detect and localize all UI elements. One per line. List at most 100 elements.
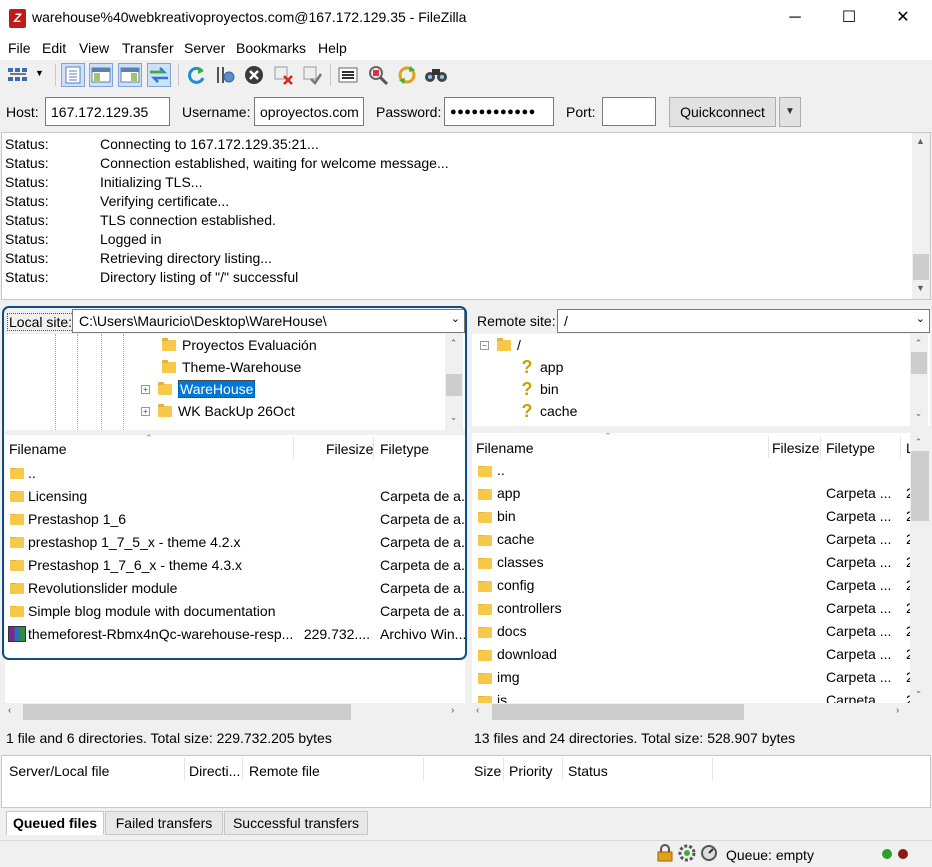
remote-tree[interactable]: − /? app? bin? cache ⌃ ⌄ <box>472 334 930 426</box>
transfer-led-red-icon <box>898 849 908 859</box>
close-button[interactable]: ✕ <box>880 0 926 36</box>
menu-help[interactable]: Help <box>318 40 347 56</box>
toggle-local-tree-icon[interactable] <box>89 63 113 87</box>
scroll-down-icon[interactable]: ⌄ <box>910 685 927 696</box>
remote-file-row[interactable]: jsCarpeta ...2 <box>472 689 914 703</box>
transfer-queue[interactable]: Server/Local file Directi... Remote file… <box>1 755 931 808</box>
collapse-icon[interactable]: − <box>480 340 489 350</box>
scroll-left-icon[interactable]: ‹ <box>8 705 11 716</box>
scroll-right-icon[interactable]: › <box>896 705 899 716</box>
remote-file-list[interactable]: ⌃ Filename Filesize Filetype L ..appCarp… <box>472 433 930 703</box>
highlight-frame <box>2 306 467 660</box>
file-name: cache <box>497 531 535 547</box>
remote-path-text: / <box>564 313 568 329</box>
menu-edit[interactable]: Edit <box>42 40 66 56</box>
filter-icon[interactable] <box>336 63 360 87</box>
scroll-up-icon[interactable]: ▲ <box>912 136 929 146</box>
scroll-up-icon[interactable]: ⌃ <box>910 437 927 448</box>
toggle-remote-tree-icon[interactable] <box>118 63 142 87</box>
username-input[interactable]: oproyectos.com <box>254 97 364 126</box>
remote-tree-item[interactable]: − / <box>480 334 521 356</box>
scroll-up-icon[interactable]: ⌃ <box>910 338 927 349</box>
menu-view[interactable]: View <box>79 40 109 56</box>
remote-file-row[interactable]: configCarpeta ...2 <box>472 574 914 597</box>
remote-col-filename[interactable]: Filename <box>476 440 534 456</box>
menu-file[interactable]: File <box>8 40 31 56</box>
remote-file-row[interactable]: controllersCarpeta ...2 <box>472 597 914 620</box>
local-hscrollbar[interactable]: ‹ › <box>5 703 465 721</box>
reconnect-icon[interactable] <box>300 63 324 87</box>
remote-list-scrollbar[interactable]: ⌃ ⌄ <box>910 433 930 703</box>
scroll-thumb[interactable] <box>911 451 929 521</box>
sync-browse-icon[interactable] <box>395 63 419 87</box>
minimize-button[interactable]: ─ <box>772 0 818 36</box>
remote-file-row[interactable]: downloadCarpeta ...2 <box>472 643 914 666</box>
disconnect-icon[interactable] <box>271 63 295 87</box>
site-manager-icon[interactable] <box>6 63 30 87</box>
toggle-log-icon[interactable] <box>61 63 85 87</box>
log-label: Status: <box>5 136 49 152</box>
remote-tree-item[interactable]: ? app <box>520 356 564 378</box>
log-scrollbar[interactable]: ▲ ▼ <box>912 133 930 299</box>
process-queue-icon[interactable] <box>213 63 237 87</box>
remote-file-row[interactable]: cacheCarpeta ...2 <box>472 528 914 551</box>
file-name: controllers <box>497 600 562 616</box>
quickconnect-dropdown-icon[interactable]: ▼ <box>779 97 801 127</box>
chevron-down-icon[interactable]: ⌄ <box>916 312 925 325</box>
menu-bookmarks[interactable]: Bookmarks <box>236 40 306 56</box>
file-type: Carpeta ... <box>826 623 892 639</box>
queue-col-remote-file[interactable]: Remote file <box>249 763 320 779</box>
toggle-queue-icon[interactable] <box>147 63 171 87</box>
log-scroll-thumb[interactable] <box>913 254 929 280</box>
remote-file-row[interactable]: appCarpeta ...2 <box>472 482 914 505</box>
local-status: 1 file and 6 directories. Total size: 22… <box>6 730 332 746</box>
scroll-down-icon[interactable]: ⌄ <box>910 408 927 419</box>
queue-col-server-local-file[interactable]: Server/Local file <box>9 763 109 779</box>
remote-col-filetype[interactable]: Filetype <box>826 440 875 456</box>
compare-icon[interactable] <box>366 63 390 87</box>
remote-tree-scrollbar[interactable]: ⌃ ⌄ <box>910 334 928 426</box>
search-icon[interactable] <box>424 63 448 87</box>
scroll-left-icon[interactable]: ‹ <box>476 705 479 716</box>
remote-tree-item[interactable]: ? bin <box>520 378 559 400</box>
column-divider <box>423 758 424 780</box>
maximize-button[interactable]: ☐ <box>826 0 872 36</box>
queue-col-status[interactable]: Status <box>568 763 608 779</box>
cancel-icon[interactable] <box>242 63 266 87</box>
site-manager-dropdown-icon[interactable]: ▼ <box>35 68 44 78</box>
queue-col-size[interactable]: Size <box>474 763 501 779</box>
queue-col-priority[interactable]: Priority <box>509 763 553 779</box>
menu-transfer[interactable]: Transfer <box>122 40 174 56</box>
tree-item-label: bin <box>540 381 559 397</box>
file-type: Carpeta ... <box>826 485 892 501</box>
remote-file-row[interactable]: .. <box>472 459 910 482</box>
remote-file-row[interactable]: docsCarpeta ...2 <box>472 620 914 643</box>
refresh-icon[interactable] <box>184 63 208 87</box>
queue-col-direction[interactable]: Directi... <box>189 763 240 779</box>
remote-file-row[interactable]: binCarpeta ...2 <box>472 505 914 528</box>
remote-tree-item[interactable]: ? cache <box>520 400 578 422</box>
remote-path-combo[interactable]: / ⌄ <box>557 309 930 333</box>
scroll-down-icon[interactable]: ▼ <box>912 283 929 293</box>
password-input[interactable]: ●●●●●●●●●●●● <box>444 97 554 126</box>
tab-failed-transfers[interactable]: Failed transfers <box>105 811 223 835</box>
remote-hscrollbar[interactable]: ‹ › <box>472 703 930 721</box>
scroll-thumb[interactable] <box>911 352 927 374</box>
remote-file-row[interactable]: imgCarpeta ...2 <box>472 666 914 689</box>
tab-successful-transfers[interactable]: Successful transfers <box>224 811 368 835</box>
file-name: config <box>497 577 535 593</box>
scroll-thumb[interactable] <box>23 704 351 720</box>
scroll-thumb[interactable] <box>492 704 744 720</box>
transfer-led-green-icon <box>882 849 892 859</box>
remote-col-filesize[interactable]: Filesize <box>772 440 819 456</box>
tab-queued-files[interactable]: Queued files <box>6 811 104 835</box>
port-input[interactable] <box>602 97 656 126</box>
file-name: download <box>497 646 557 662</box>
menu-server[interactable]: Server <box>184 40 225 56</box>
remote-file-row[interactable]: classesCarpeta ...2 <box>472 551 914 574</box>
message-log[interactable]: Status: Connecting to 167.172.129.35:21..… <box>1 132 931 300</box>
quickconnect-button[interactable]: Quickconnect <box>669 97 776 127</box>
host-input[interactable]: 167.172.129.35 <box>45 97 170 126</box>
log-label: Status: <box>5 193 49 209</box>
scroll-right-icon[interactable]: › <box>451 705 454 716</box>
